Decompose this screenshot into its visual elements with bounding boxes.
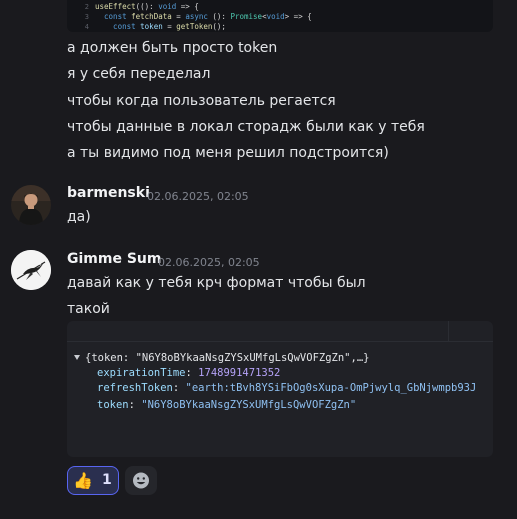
code-snippet: 2 useEffect((): void => { 3 const fetchD…: [67, 0, 493, 32]
line-number: 4: [84, 23, 89, 31]
json-field: expirationTime: 1748991471352: [97, 367, 281, 379]
json-field: refreshToken: "earth:tBvh8YSiFbOg0sXupa-…: [97, 382, 477, 394]
avatar[interactable]: [11, 250, 51, 290]
json-key: token: [97, 399, 129, 411]
json-key: refreshToken: [97, 382, 173, 394]
divider: [448, 321, 449, 341]
message-line: чтобы данные в локал сторадж были как у …: [67, 119, 425, 135]
thumbs-up-icon: 👍: [73, 471, 93, 490]
username[interactable]: barmenski: [67, 185, 150, 201]
reaction-thumbs-up[interactable]: 👍 1: [67, 466, 119, 495]
code-line: useEffect((): void => {: [95, 2, 199, 11]
json-value: "N6Y8oBYkaaNsgZYSxUMfgLsQwVOFZgZn": [141, 399, 357, 411]
json-value: "earth:tBvh8YSiFbOg0sXupa-OmPjwylq_GbNjw…: [185, 382, 477, 394]
timestamp: 02.06.2025, 02:05: [158, 256, 260, 269]
json-field: token: "N6Y8oBYkaaNsgZYSxUMfgLsQwVOFZgZn…: [97, 399, 357, 411]
smiley-icon: [133, 472, 149, 489]
message-line: я у себя переделал: [67, 66, 211, 82]
message-line: чтобы когда пользователь регается: [67, 93, 336, 109]
bird-icon: [11, 250, 51, 290]
username[interactable]: Gimme Sum: [67, 251, 161, 267]
message-text: да): [67, 209, 91, 225]
add-reaction-button[interactable]: [125, 466, 157, 495]
reaction-count: 1: [102, 472, 112, 488]
collapse-triangle-icon[interactable]: [74, 355, 80, 360]
json-value: 1748991471352: [198, 367, 281, 379]
json-object-head[interactable]: {token: "N6Y8oBYkaaNsgZYSxUMfgLsQwVOFZgZ…: [85, 351, 369, 365]
message-line: такой: [67, 301, 110, 317]
message-line: давай как у тебя крч формат чтобы был: [67, 275, 366, 291]
timestamp: 02.06.2025, 02:05: [147, 190, 249, 203]
json-header: [67, 321, 493, 342]
user-photo-icon: [11, 185, 51, 225]
avatar[interactable]: [11, 185, 51, 225]
message-line: а ты видимо под меня решил подстроится): [67, 145, 389, 161]
line-number: 2: [84, 3, 89, 11]
code-line: const fetchData = async (): Promise<void…: [95, 12, 312, 21]
code-line: const token = getToken();: [95, 22, 226, 31]
message-line: а должен быть просто token: [67, 40, 278, 56]
line-number: 3: [84, 13, 89, 21]
json-key: expirationTime: [97, 367, 186, 379]
